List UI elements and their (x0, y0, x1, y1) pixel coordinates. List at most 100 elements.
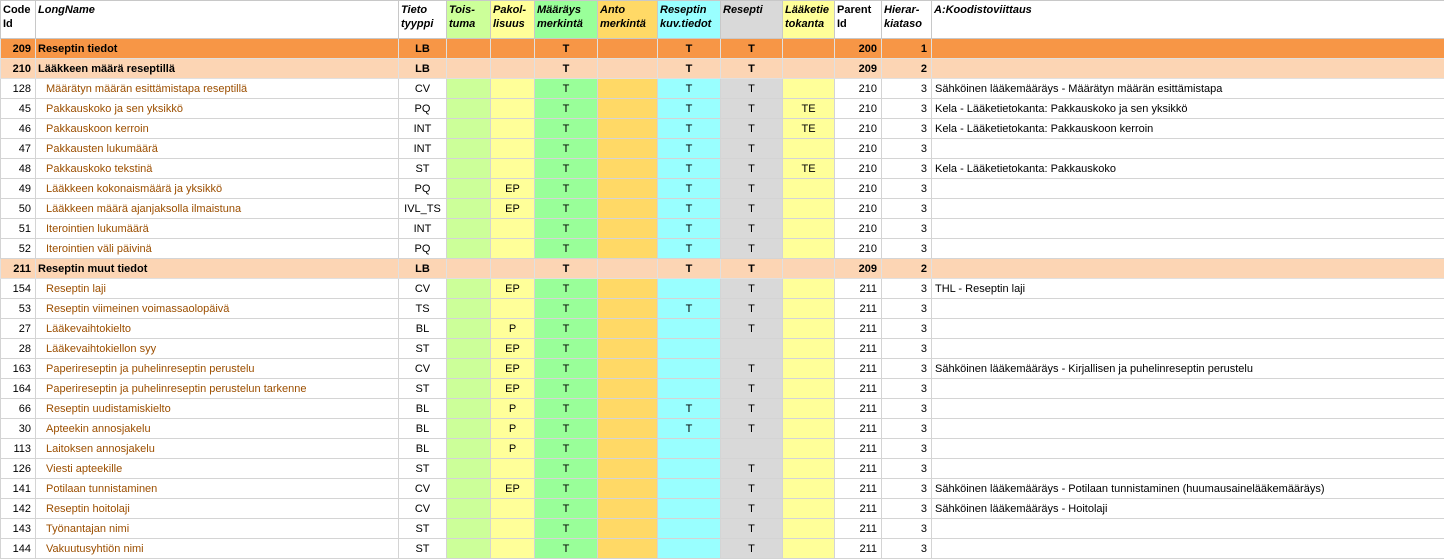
cell-code-id[interactable]: 28 (1, 339, 36, 359)
cell-code-id[interactable]: 30 (1, 419, 36, 439)
cell-koodistoviittaus[interactable] (932, 39, 1444, 59)
cell-tietotyyppi[interactable]: ST (399, 459, 447, 479)
cell-code-id[interactable]: 211 (1, 259, 36, 279)
cell-longname[interactable]: Reseptin uudistamiskielto (36, 399, 399, 419)
cell-code-id[interactable]: 51 (1, 219, 36, 239)
cell-pakollisuus[interactable]: EP (491, 379, 535, 399)
cell-longname[interactable]: Lääkkeen määrä reseptillä (36, 59, 399, 79)
cell-hierarkiataso[interactable]: 3 (882, 459, 932, 479)
cell-code-id[interactable]: 113 (1, 439, 36, 459)
cell-resepti[interactable]: T (721, 359, 783, 379)
cell-maaraysmerkinta[interactable]: T (535, 299, 598, 319)
cell-reseptin-kuv-tiedot[interactable]: T (658, 159, 721, 179)
header-tietotyyppi[interactable]: Tietotyyppi (399, 1, 447, 39)
cell-hierarkiataso[interactable]: 3 (882, 479, 932, 499)
cell-code-id[interactable]: 46 (1, 119, 36, 139)
cell-parent-id[interactable]: 210 (835, 99, 882, 119)
cell-parent-id[interactable]: 211 (835, 439, 882, 459)
cell-pakollisuus[interactable]: P (491, 439, 535, 459)
table-row[interactable]: 46Pakkauskoon kerroinINTTTTTE2103Kela - … (1, 119, 1444, 139)
cell-longname[interactable]: Reseptin viimeinen voimassaolopäivä (36, 299, 399, 319)
table-row[interactable]: 52Iterointien väli päivinäPQTTT2103 (1, 239, 1444, 259)
cell-hierarkiataso[interactable]: 3 (882, 539, 932, 559)
cell-pakollisuus[interactable] (491, 139, 535, 159)
cell-parent-id[interactable]: 209 (835, 59, 882, 79)
cell-resepti[interactable]: T (721, 459, 783, 479)
cell-code-id[interactable]: 210 (1, 59, 36, 79)
header-code[interactable]: CodeId (1, 1, 36, 39)
cell-antomerkinta[interactable] (598, 39, 658, 59)
cell-code-id[interactable]: 143 (1, 519, 36, 539)
cell-reseptin-kuv-tiedot[interactable] (658, 359, 721, 379)
cell-koodistoviittaus[interactable] (932, 519, 1444, 539)
cell-laaketietokanta[interactable] (783, 399, 835, 419)
cell-laaketietokanta[interactable] (783, 419, 835, 439)
cell-parent-id[interactable]: 211 (835, 519, 882, 539)
cell-koodistoviittaus[interactable] (932, 419, 1444, 439)
cell-toistuma[interactable] (447, 139, 491, 159)
cell-antomerkinta[interactable] (598, 79, 658, 99)
cell-longname[interactable]: Potilaan tunnistaminen (36, 479, 399, 499)
cell-laaketietokanta[interactable] (783, 279, 835, 299)
cell-tietotyyppi[interactable]: PQ (399, 99, 447, 119)
cell-tietotyyppi[interactable]: ST (399, 539, 447, 559)
cell-tietotyyppi[interactable]: ST (399, 339, 447, 359)
cell-laaketietokanta[interactable] (783, 479, 835, 499)
cell-laaketietokanta[interactable] (783, 459, 835, 479)
cell-resepti[interactable]: T (721, 279, 783, 299)
cell-hierarkiataso[interactable]: 1 (882, 39, 932, 59)
cell-antomerkinta[interactable] (598, 239, 658, 259)
cell-longname[interactable]: Reseptin hoitolaji (36, 499, 399, 519)
cell-maaraysmerkinta[interactable]: T (535, 119, 598, 139)
cell-antomerkinta[interactable] (598, 299, 658, 319)
table-row[interactable]: 142Reseptin hoitolajiCVTT2113Sähköinen l… (1, 499, 1444, 519)
cell-maaraysmerkinta[interactable]: T (535, 519, 598, 539)
cell-reseptin-kuv-tiedot[interactable] (658, 379, 721, 399)
cell-resepti[interactable]: T (721, 239, 783, 259)
cell-resepti[interactable]: T (721, 79, 783, 99)
cell-code-id[interactable]: 52 (1, 239, 36, 259)
cell-longname[interactable]: Iterointien väli päivinä (36, 239, 399, 259)
cell-parent-id[interactable]: 211 (835, 459, 882, 479)
cell-reseptin-kuv-tiedot[interactable]: T (658, 419, 721, 439)
cell-hierarkiataso[interactable]: 3 (882, 79, 932, 99)
cell-hierarkiataso[interactable]: 3 (882, 519, 932, 539)
table-row[interactable]: 141Potilaan tunnistaminenCVEPTT2113Sähkö… (1, 479, 1444, 499)
cell-laaketietokanta[interactable] (783, 79, 835, 99)
cell-longname[interactable]: Reseptin tiedot (36, 39, 399, 59)
cell-maaraysmerkinta[interactable]: T (535, 139, 598, 159)
cell-antomerkinta[interactable] (598, 439, 658, 459)
cell-toistuma[interactable] (447, 359, 491, 379)
cell-toistuma[interactable] (447, 59, 491, 79)
cell-toistuma[interactable] (447, 419, 491, 439)
cell-maaraysmerkinta[interactable]: T (535, 39, 598, 59)
cell-resepti[interactable]: T (721, 219, 783, 239)
cell-koodistoviittaus[interactable]: THL - Reseptin laji (932, 279, 1444, 299)
cell-maaraysmerkinta[interactable]: T (535, 359, 598, 379)
header-reseptin-kuv-tiedot[interactable]: Reseptinkuv.tiedot (658, 1, 721, 39)
cell-tietotyyppi[interactable]: TS (399, 299, 447, 319)
cell-parent-id[interactable]: 200 (835, 39, 882, 59)
cell-koodistoviittaus[interactable] (932, 539, 1444, 559)
cell-resepti[interactable]: T (721, 399, 783, 419)
cell-tietotyyppi[interactable]: BL (399, 399, 447, 419)
cell-hierarkiataso[interactable]: 3 (882, 219, 932, 239)
cell-antomerkinta[interactable] (598, 499, 658, 519)
cell-tietotyyppi[interactable]: BL (399, 439, 447, 459)
cell-longname[interactable]: Lääkkeen kokonaismäärä ja yksikkö (36, 179, 399, 199)
cell-resepti[interactable]: T (721, 379, 783, 399)
cell-resepti[interactable]: T (721, 199, 783, 219)
cell-longname[interactable]: Määrätyn määrän esittämistapa reseptillä (36, 79, 399, 99)
cell-reseptin-kuv-tiedot[interactable] (658, 459, 721, 479)
cell-pakollisuus[interactable]: EP (491, 179, 535, 199)
cell-pakollisuus[interactable] (491, 239, 535, 259)
cell-resepti[interactable]: T (721, 259, 783, 279)
cell-reseptin-kuv-tiedot[interactable]: T (658, 39, 721, 59)
cell-antomerkinta[interactable] (598, 399, 658, 419)
cell-laaketietokanta[interactable] (783, 519, 835, 539)
cell-resepti[interactable]: T (721, 39, 783, 59)
cell-code-id[interactable]: 164 (1, 379, 36, 399)
cell-maaraysmerkinta[interactable]: T (535, 479, 598, 499)
cell-reseptin-kuv-tiedot[interactable]: T (658, 119, 721, 139)
cell-maaraysmerkinta[interactable]: T (535, 79, 598, 99)
